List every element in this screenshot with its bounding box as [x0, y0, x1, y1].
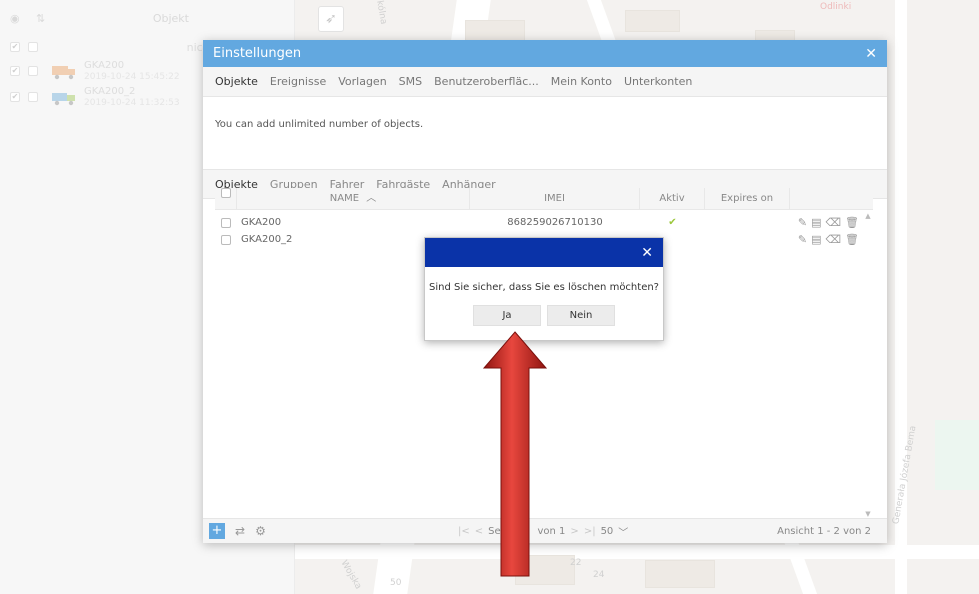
settings-tabs: Objekte Ereignisse Vorlagen SMS Benutzer…	[203, 67, 887, 97]
settings-titlebar[interactable]: Einstellungen ✕	[203, 40, 887, 67]
refresh-icon[interactable]: ⇄	[235, 524, 245, 538]
first-page-icon[interactable]: |<	[458, 526, 470, 537]
scroll-up-icon[interactable]: ▲	[863, 212, 873, 220]
scroll-down-icon[interactable]: ▼	[863, 510, 873, 518]
page-size-select[interactable]: 50	[601, 526, 614, 537]
tab-vorlagen[interactable]: Vorlagen	[338, 75, 386, 88]
column-name[interactable]: NAME ︿	[237, 187, 470, 210]
next-page-icon[interactable]: >	[570, 526, 578, 537]
annotation-arrow	[482, 331, 548, 577]
tab-benutzeroberflaeche[interactable]: Benutzeroberfläc...	[434, 75, 539, 88]
active-check-icon: ✔	[668, 217, 677, 228]
table-scrollbar[interactable]: ▲ ▼	[863, 212, 873, 518]
view-range-text: Ansicht 1 - 2 von 2	[777, 525, 871, 537]
no-button[interactable]: Nein	[547, 305, 615, 326]
tab-sms[interactable]: SMS	[399, 75, 422, 88]
column-imei[interactable]: IMEI	[470, 187, 640, 210]
edit-pencil-icon[interactable]: ✎	[798, 216, 807, 229]
clear-history-icon[interactable]: ⌫	[825, 216, 841, 229]
settings-gear-icon[interactable]: ⚙	[255, 524, 266, 538]
column-expires-on[interactable]: Expires on	[705, 187, 790, 210]
edit-pencil-icon[interactable]: ✎	[798, 233, 807, 246]
clear-history-icon[interactable]: ⌫	[825, 233, 841, 246]
delete-trash-icon[interactable]: 🗑	[845, 233, 859, 246]
table-row[interactable]: GKA200 868259026710130 ✔ ✎ ▤ ⌫ 🗑	[215, 214, 873, 231]
row-checkbox[interactable]	[221, 234, 231, 245]
add-object-button[interactable]: +	[209, 523, 225, 539]
table-header: NAME ︿ IMEI Aktiv Expires on	[215, 187, 873, 210]
close-icon[interactable]: ✕	[641, 245, 653, 261]
info-text: You can add unlimited number of objects.	[203, 97, 887, 169]
tab-ereignisse[interactable]: Ereignisse	[270, 75, 326, 88]
select-all-checkbox[interactable]	[220, 187, 231, 198]
yes-button[interactable]: Ja	[473, 305, 541, 326]
confirm-message: Sind Sie sicher, dass Sie es löschen möc…	[429, 282, 659, 293]
sort-ascending-icon: ︿	[366, 192, 377, 204]
tab-unterkonten[interactable]: Unterkonten	[624, 75, 692, 88]
row-name: GKA200	[241, 217, 282, 228]
settings-title: Einstellungen	[213, 46, 302, 61]
tab-mein-konto[interactable]: Mein Konto	[551, 75, 612, 88]
close-icon[interactable]: ✕	[865, 46, 877, 62]
row-checkbox[interactable]	[221, 217, 231, 228]
chevron-down-icon[interactable]: ﹀	[618, 524, 628, 539]
confirm-delete-dialog: ✕ Sind Sie sicher, dass Sie es löschen m…	[424, 237, 664, 341]
column-aktiv[interactable]: Aktiv	[640, 187, 705, 210]
tab-objekte[interactable]: Objekte	[215, 75, 258, 88]
duplicate-icon[interactable]: ▤	[811, 216, 821, 229]
row-imei: 868259026710130	[507, 217, 603, 228]
confirm-titlebar[interactable]: ✕	[425, 238, 663, 267]
last-page-icon[interactable]: >|	[584, 526, 596, 537]
duplicate-icon[interactable]: ▤	[811, 233, 821, 246]
delete-trash-icon[interactable]: 🗑	[845, 216, 859, 229]
